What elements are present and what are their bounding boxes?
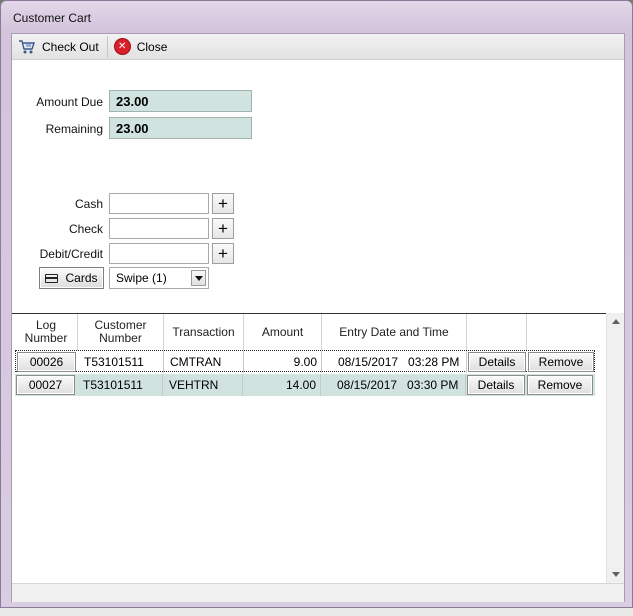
customer-number-cell: T53101511 — [78, 351, 164, 373]
column-header-customer-number[interactable]: Customer Number — [78, 314, 163, 350]
window-title: Customer Cart — [13, 11, 92, 25]
amount-cell: 9.00 — [244, 351, 322, 373]
add-debit-credit-button[interactable]: + — [212, 243, 234, 264]
status-bar — [12, 583, 624, 602]
window-client-area: Check Out ✕ Close Amount Due 23.00 Remai… — [11, 33, 625, 602]
amount-due-label: Amount Due — [36, 95, 103, 109]
amount-due-value: 23.00 — [109, 90, 252, 112]
remaining-label: Remaining — [45, 122, 103, 136]
check-input[interactable] — [109, 218, 209, 239]
cash-label: Cash — [74, 197, 103, 211]
column-header-entry-date-time[interactable]: Entry Date and Time — [322, 314, 466, 350]
transaction-cell: VEHTRN — [163, 374, 243, 396]
dropdown-arrow-icon[interactable] — [191, 270, 206, 286]
close-label: Close — [136, 39, 168, 54]
close-button[interactable]: ✕ Close — [108, 34, 176, 59]
header-separator — [466, 314, 467, 350]
details-button[interactable]: Details — [468, 352, 526, 372]
scroll-up-arrow-icon[interactable] — [612, 319, 620, 324]
remove-button[interactable]: Remove — [527, 375, 593, 395]
toolbar: Check Out ✕ Close — [12, 34, 624, 60]
debit-credit-input[interactable] — [109, 243, 209, 264]
column-header-amount[interactable]: Amount — [244, 314, 321, 350]
entry-date-time-cell: 08/15/2017 03:30 PM — [321, 374, 466, 396]
amount-cell: 14.00 — [243, 374, 321, 396]
log-number-button[interactable]: 00026 — [17, 352, 76, 372]
customer-number-cell: T53101511 — [77, 374, 163, 396]
credit-card-icon — [45, 273, 59, 283]
column-header-transaction[interactable]: Transaction — [164, 314, 243, 350]
remaining-value: 23.00 — [109, 117, 252, 139]
card-reader-select[interactable]: Swipe (1) — [109, 267, 209, 289]
add-check-button[interactable]: + — [212, 218, 234, 239]
checkout-button[interactable]: Check Out — [12, 34, 107, 59]
card-reader-selected-value: Swipe (1) — [116, 271, 167, 285]
customer-cart-window: Customer Cart Check Out ✕ Close Amount D… — [0, 0, 633, 608]
debit-credit-label: Debit/Credit — [39, 247, 103, 261]
table-row[interactable]: 00027 T53101511 VEHTRN 14.00 08/15/2017 … — [15, 374, 595, 396]
log-number-button[interactable]: 00027 — [16, 375, 75, 395]
column-header-log-number[interactable]: Log Number — [15, 314, 77, 350]
cards-button[interactable]: Cards — [39, 267, 104, 289]
add-cash-button[interactable]: + — [212, 193, 234, 214]
cash-input[interactable] — [109, 193, 209, 214]
details-button[interactable]: Details — [467, 375, 525, 395]
header-separator — [526, 314, 527, 350]
entry-date-time-cell: 08/15/2017 03:28 PM — [322, 351, 467, 373]
remove-button[interactable]: Remove — [528, 352, 594, 372]
scroll-down-arrow-icon[interactable] — [612, 572, 620, 577]
grid-vertical-scrollbar[interactable] — [606, 313, 624, 583]
checkout-cart-icon — [18, 39, 36, 55]
table-row[interactable]: 00026 T53101511 CMTRAN 9.00 08/15/2017 0… — [15, 350, 595, 373]
check-label: Check — [68, 222, 103, 236]
cards-button-label: Cards — [65, 271, 98, 285]
transaction-cell: CMTRAN — [164, 351, 244, 373]
checkout-label: Check Out — [42, 39, 99, 54]
close-circle-icon: ✕ — [113, 38, 131, 55]
